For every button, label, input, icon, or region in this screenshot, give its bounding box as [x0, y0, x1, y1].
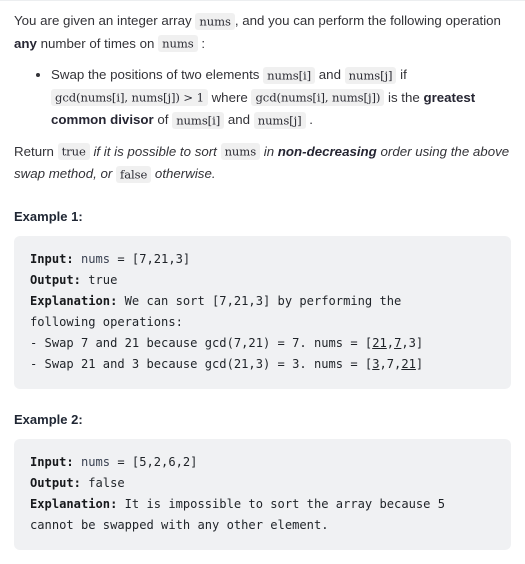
intro-paragraph: You are given an integer array nums, and…: [14, 8, 511, 55]
intro-text-3: number of times on: [36, 35, 159, 51]
example-2-heading: Example 2:: [14, 411, 83, 427]
inline-code-nums-i: nums[i]: [172, 111, 225, 129]
explanation-label: Explanation:: [30, 496, 118, 511]
output-value: false: [80, 475, 125, 490]
problem-description-panel: You are given an integer array nums, and…: [0, 0, 525, 550]
input-value: = [5,2,6,2]: [110, 454, 198, 469]
example-2-codeblock: Input: nums = [5,2,6,2] Output: false Ex…: [14, 438, 511, 550]
bullet-text-8: .: [305, 112, 313, 127]
explanation-line-1: We can sort [7,21,3] by performing the: [117, 293, 402, 308]
explanation-line-2: cannot be swapped with any other element…: [30, 517, 329, 532]
output-label: Output:: [30, 272, 81, 287]
return-paragraph: Return true if it is possible to sort nu…: [14, 132, 511, 186]
output-value: true: [80, 272, 118, 287]
return-text-4: otherwise.: [151, 166, 216, 181]
swap-step-2-underline-2: 21: [401, 356, 416, 371]
swap-step-1-post: ,3]: [401, 335, 424, 350]
bullet-text-5: is the: [384, 89, 424, 105]
bullet-text-4: where: [207, 89, 252, 105]
swap-step-1-underline-1: 21: [372, 335, 387, 350]
return-bold-nondecreasing: non-decreasing: [277, 143, 377, 159]
list-item: Swap the positions of two elements nums[…: [36, 64, 511, 132]
intro-bold-any: any: [14, 35, 37, 51]
bullet-text-7: and: [224, 112, 254, 127]
operation-bullet-list: Swap the positions of two elements nums[…: [14, 64, 511, 132]
explanation-line-1: It is impossible to sort the array becau…: [117, 496, 446, 511]
bullet-text-2: and: [315, 67, 345, 82]
inline-code-nums: nums: [220, 143, 261, 160]
input-variable: nums: [73, 454, 111, 469]
intro-text-2: , and you can perform the following oper…: [234, 13, 501, 28]
inline-code-gcd: gcd(nums[i], nums[j]): [251, 89, 385, 106]
input-value: = [7,21,3]: [110, 251, 191, 266]
return-text-2: in: [260, 143, 278, 159]
inline-code-nums-j: nums[j]: [253, 111, 306, 129]
inline-code-nums-i: nums[i]: [263, 66, 316, 84]
example-1-codeblock: Input: nums = [7,21,3] Output: true Expl…: [14, 235, 511, 389]
top-divider: [0, 0, 525, 1]
input-label: Input:: [30, 251, 74, 266]
input-variable: nums: [73, 251, 111, 266]
bullet-text-6: of: [153, 112, 173, 127]
swap-step-2-pre: - Swap 21 and 3 because gcd(21,3) = 3. n…: [30, 356, 373, 371]
inline-code-nums-j: nums[j]: [344, 66, 397, 84]
inline-code-gcd-condition: gcd(nums[i], nums[j]) > 1: [51, 89, 208, 106]
inline-code-nums: nums: [195, 12, 235, 30]
intro-text-1: You are given an integer array: [14, 13, 196, 28]
inline-code-nums: nums: [158, 35, 198, 52]
bullet-text-1: Swap the positions of two elements: [51, 67, 264, 82]
swap-step-1-pre: - Swap 7 and 21 because gcd(7,21) = 7. n…: [30, 335, 373, 350]
inline-code-false: false: [116, 165, 152, 183]
explanation-line-2: following operations:: [30, 314, 183, 329]
example-1-heading: Example 1:: [14, 208, 83, 224]
swap-step-2-mid: ,7,: [379, 356, 402, 371]
explanation-label: Explanation:: [30, 293, 118, 308]
intro-text-4: :: [197, 35, 206, 51]
swap-step-2-post: ]: [415, 356, 424, 371]
input-label: Input:: [30, 454, 74, 469]
output-label: Output:: [30, 475, 81, 490]
bullet-text-3: if: [396, 67, 407, 82]
swap-step-1-mid: ,: [386, 335, 395, 350]
inline-code-true: true: [57, 143, 90, 160]
swap-step-2-underline-1: 3: [372, 356, 380, 371]
return-text-1: if it is possible to sort: [89, 143, 221, 159]
return-lead: Return: [14, 143, 58, 159]
